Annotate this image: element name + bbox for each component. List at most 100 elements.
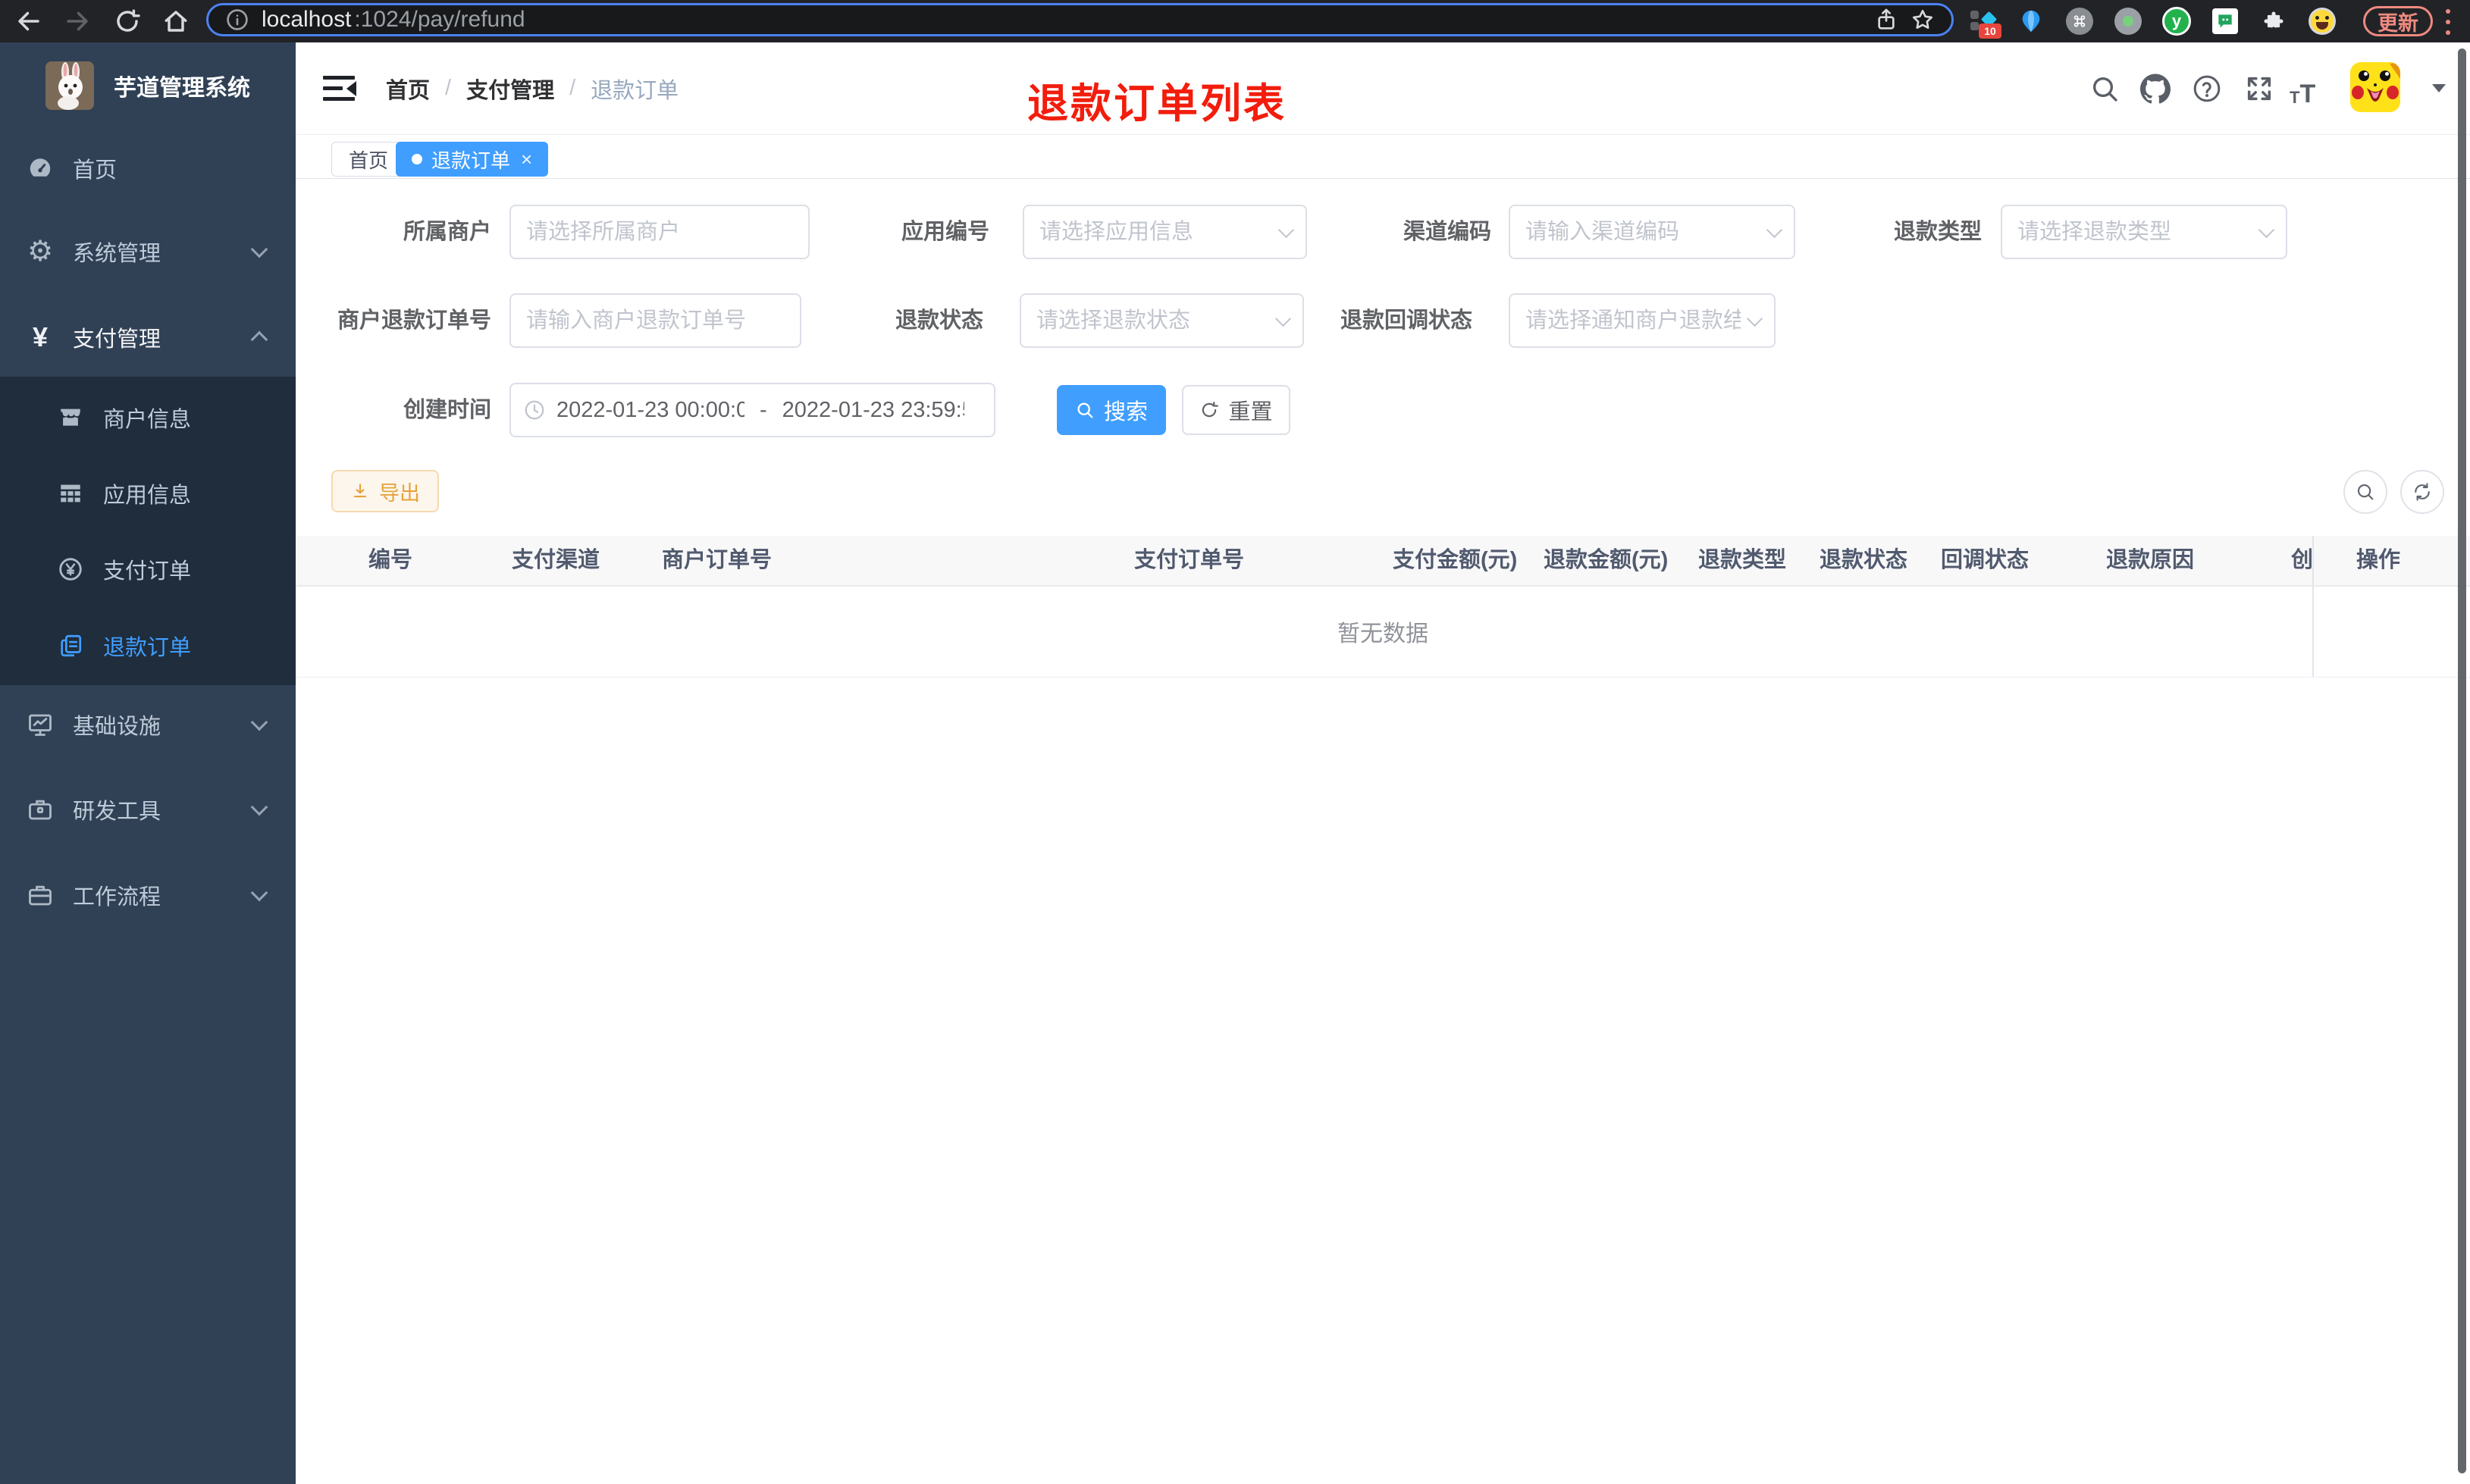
browser-update-button[interactable]: 更新 (2363, 6, 2433, 36)
channel-select[interactable] (1509, 205, 1795, 259)
header-search-icon[interactable] (2089, 74, 2120, 104)
sidebar-item-home[interactable]: 首页 (0, 129, 296, 208)
sidebar-item-app-info[interactable]: 应用信息 (0, 456, 296, 531)
extension-tab-manager-icon[interactable]: 10 (1968, 7, 2001, 39)
avatar-dropdown-caret[interactable] (2432, 84, 2446, 92)
tab-label: 首页 (349, 149, 389, 172)
extension-balloon-icon[interactable] (2017, 7, 2045, 36)
col-refund-amount: 退款金额(元) (1544, 548, 1669, 572)
breadcrumb: 首页 / 支付管理 / 退款订单 (386, 42, 679, 134)
extension-badge: 10 (1979, 23, 2001, 39)
sidebar-item-infra[interactable]: 基础设施 (0, 685, 296, 764)
search-button[interactable]: 搜索 (1057, 385, 1166, 435)
extension-puzzle-icon[interactable] (2259, 7, 2288, 36)
share-icon[interactable] (1874, 8, 1898, 32)
sidebar-item-label: 基础设施 (73, 715, 161, 739)
tab-refund-order[interactable]: 退款订单 × (396, 142, 549, 177)
close-icon[interactable]: × (521, 149, 532, 169)
toggle-search-button[interactable] (2343, 470, 2387, 514)
bookmark-star-icon[interactable] (1910, 8, 1935, 32)
breadcrumb-home[interactable]: 首页 (386, 73, 430, 105)
clock-icon (523, 399, 546, 421)
date-range-separator: - (760, 397, 767, 422)
refund-type-select[interactable] (2001, 205, 2287, 259)
date-range-end[interactable]: 2022-01-23 23:59:59 (782, 398, 964, 423)
col-pay-order-no: 支付订单号 (1134, 548, 1245, 572)
create-time-range-picker[interactable]: 2022-01-23 00:00:00 - 2022-01-23 23:59:5… (509, 383, 995, 437)
breadcrumb-pay[interactable]: 支付管理 (466, 73, 554, 105)
refund-type-input[interactable] (2001, 205, 2287, 259)
gear-icon: ⚙ (27, 236, 54, 268)
browser-reload-icon[interactable] (114, 8, 141, 35)
app-logo-row[interactable]: 芋道管理系统 (45, 61, 250, 110)
browser-home-icon[interactable] (162, 8, 190, 35)
label-refund-status: 退款状态 (895, 308, 983, 333)
briefcase-icon (24, 881, 56, 909)
merchant-input[interactable] (509, 205, 810, 259)
font-size-icon[interactable]: TT (2290, 76, 2332, 107)
browser-forward-icon[interactable] (64, 8, 91, 35)
github-icon[interactable] (2140, 74, 2171, 104)
label-notify-status: 退款回调状态 (1340, 308, 1472, 333)
table-grid-icon (55, 481, 86, 506)
url-host: localhost (262, 7, 352, 32)
label-refund-type: 退款类型 (1893, 220, 1982, 244)
merchant-refund-no-input[interactable] (509, 293, 801, 348)
extension-command-icon[interactable] (2065, 7, 2094, 36)
address-bar[interactable]: localhost :1024/pay/refund (206, 3, 1954, 36)
sidebar-item-dev-tools[interactable]: 研发工具 (0, 770, 296, 849)
help-icon[interactable] (2192, 74, 2222, 104)
browser-back-icon[interactable] (15, 8, 42, 35)
sidebar-item-system[interactable]: ⚙ 系统管理 (0, 212, 296, 291)
export-button-label: 导出 (379, 481, 420, 505)
search-icon (1075, 400, 1095, 420)
sidebar-item-label: 应用信息 (103, 484, 192, 508)
table-empty-row: 暂无数据 (296, 585, 2470, 678)
sidebar-item-pay[interactable]: ¥ 支付管理 (0, 298, 296, 377)
tab-home[interactable]: 首页 (331, 142, 406, 177)
col-pay-amount: 支付金额(元) (1393, 548, 1518, 572)
date-range-start[interactable]: 2022-01-23 00:00:00 (556, 398, 744, 423)
extension-emoji-icon[interactable] (2308, 7, 2337, 36)
sidebar-item-merchant-info[interactable]: 商户信息 (0, 380, 296, 456)
sidebar-item-workflow[interactable]: 工作流程 (0, 856, 296, 935)
extension-dot-icon[interactable] (2114, 7, 2142, 36)
user-avatar[interactable] (2350, 62, 2400, 112)
tab-label: 退款订单 (431, 149, 511, 172)
sidebar-item-label: 支付订单 (103, 559, 192, 584)
label-channel: 渠道编码 (1403, 220, 1491, 244)
sidebar-item-pay-order[interactable]: 支付订单 (0, 531, 296, 607)
page-scrollbar[interactable] (2458, 49, 2466, 1473)
sidebar-item-label: 工作流程 (73, 885, 161, 909)
sidebar-item-label: 支付管理 (73, 327, 161, 352)
breadcrumb-separator: / (445, 76, 452, 100)
refund-status-input[interactable] (1020, 293, 1304, 348)
site-info-icon[interactable] (225, 8, 249, 32)
browser-menu-icon[interactable] (2446, 9, 2452, 35)
reset-button[interactable]: 重置 (1182, 385, 1290, 435)
export-button[interactable]: 导出 (331, 470, 439, 512)
extension-chat-icon[interactable] (2211, 7, 2240, 36)
sidebar-collapse-icon[interactable] (323, 74, 356, 103)
app-logo (45, 61, 94, 110)
notify-status-input[interactable] (1509, 293, 1776, 348)
label-create-time: 创建时间 (403, 398, 491, 422)
fullscreen-icon[interactable] (2244, 74, 2274, 104)
notify-status-select[interactable] (1509, 293, 1776, 348)
sidebar-item-refund-order[interactable]: 退款订单 (0, 608, 296, 684)
app-input[interactable] (1023, 205, 1307, 259)
merchant-refund-no-field[interactable] (509, 293, 801, 348)
channel-input[interactable] (1509, 205, 1795, 259)
browser-toolbar: localhost :1024/pay/refund 10 y 更新 (0, 0, 2470, 43)
refresh-table-button[interactable] (2400, 470, 2444, 514)
chevron-up-icon (250, 330, 268, 349)
breadcrumb-current: 退款订单 (591, 78, 679, 103)
merchant-select[interactable] (509, 205, 810, 259)
label-merchant: 所属商户 (403, 220, 491, 244)
tags-view-bar: 首页 退款订单 × (296, 134, 2470, 179)
refund-status-select[interactable] (1020, 293, 1304, 348)
extension-y-icon[interactable]: y (2162, 7, 2191, 36)
label-merchant-refund-no: 商户退款订单号 (337, 308, 491, 333)
app-select[interactable] (1023, 205, 1307, 259)
col-create-time: 创建时间 (2291, 548, 2314, 572)
